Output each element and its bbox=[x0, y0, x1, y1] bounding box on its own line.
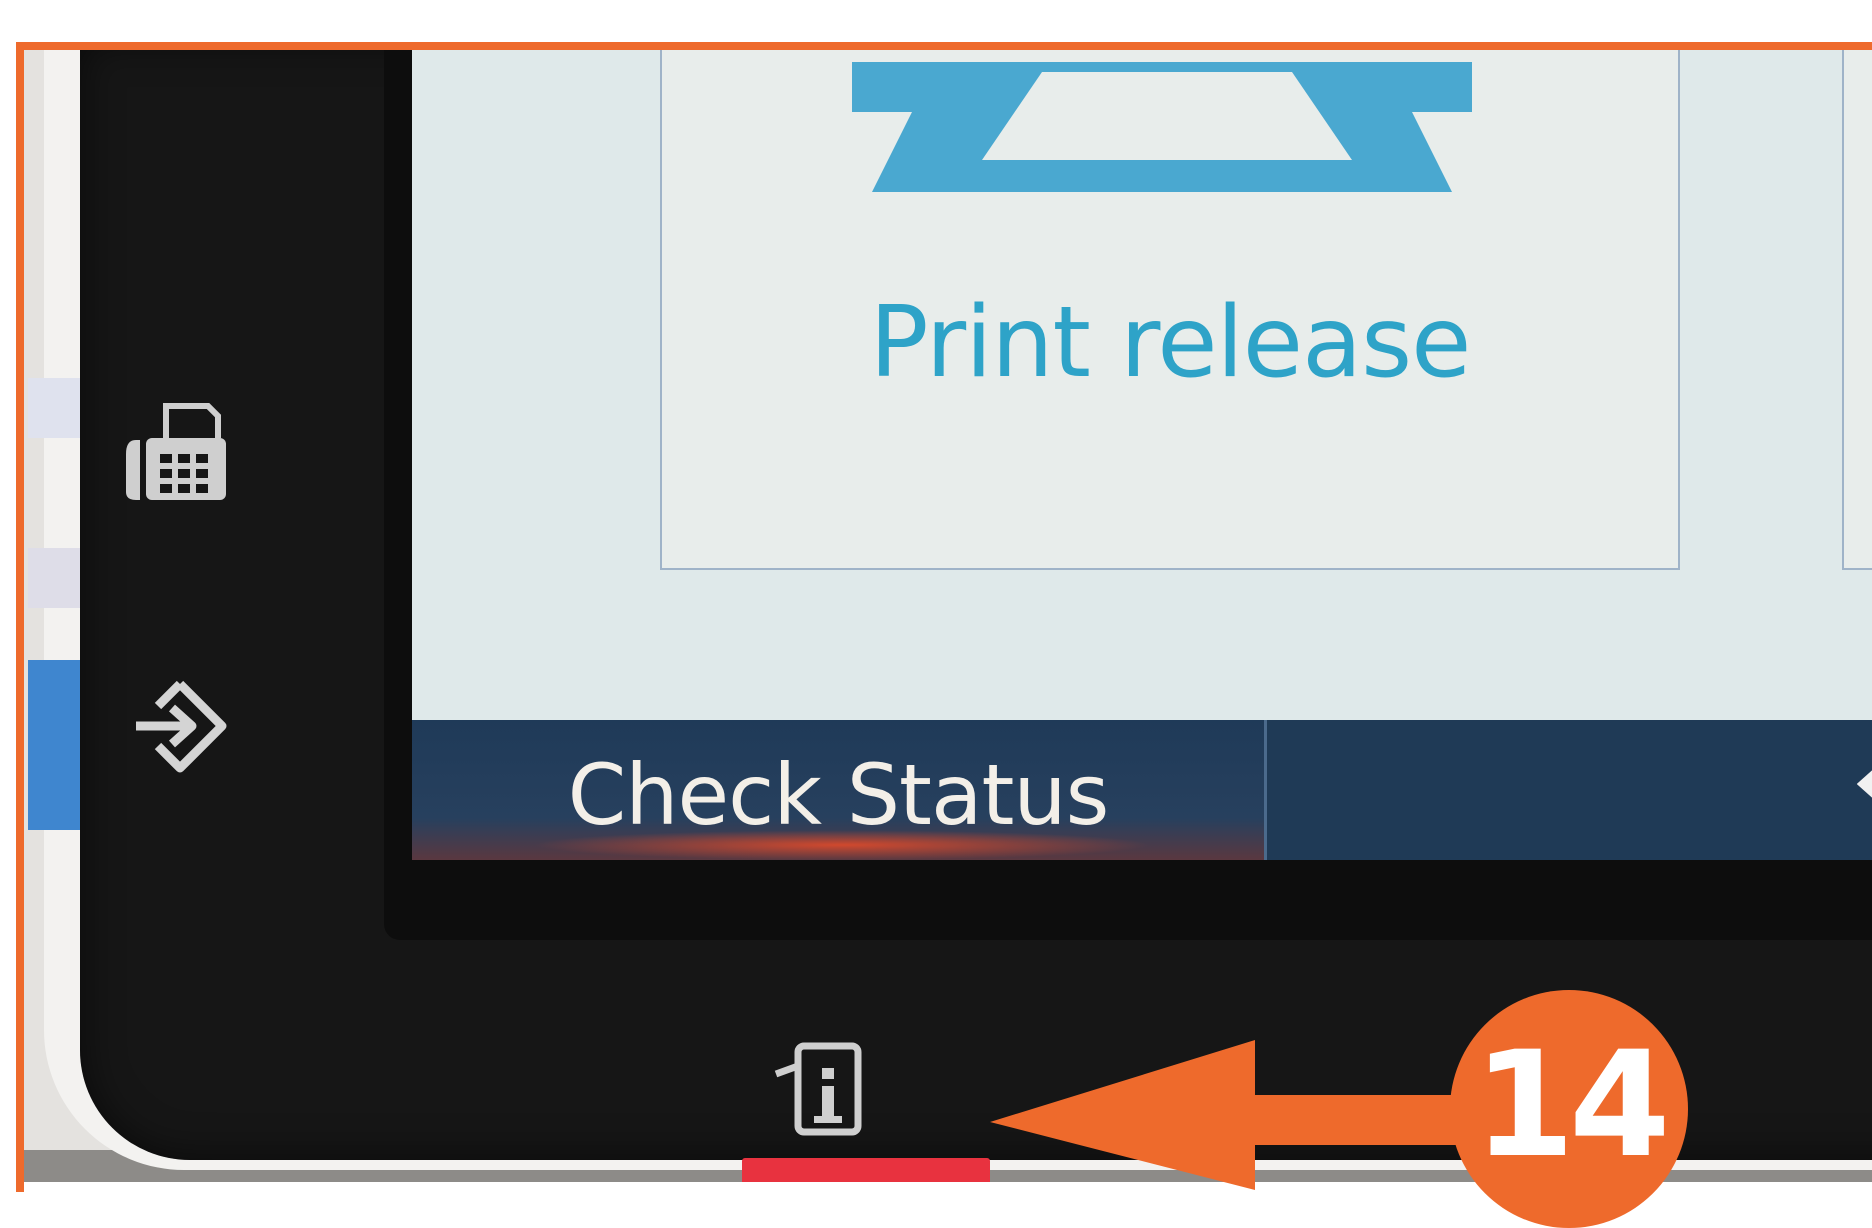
fax-icon[interactable] bbox=[122, 400, 232, 504]
callout-badge: 14 bbox=[1450, 990, 1688, 1228]
touch-screen: Print release Check Status bbox=[412, 50, 1872, 860]
next-tile[interactable] bbox=[1842, 50, 1872, 570]
back-arrow-icon bbox=[1856, 744, 1872, 838]
check-status-button[interactable]: Check Status bbox=[412, 720, 1264, 860]
callout-arrow bbox=[990, 1040, 1490, 1190]
side-stripe-light bbox=[28, 548, 88, 608]
print-release-label: Print release bbox=[869, 286, 1472, 400]
check-status-label: Check Status bbox=[567, 746, 1110, 844]
print-release-tile[interactable]: Print release bbox=[660, 50, 1680, 570]
printer-icon bbox=[852, 50, 1472, 196]
back-button[interactable] bbox=[1267, 720, 1872, 860]
side-stripe-blue bbox=[28, 660, 88, 830]
login-icon[interactable] bbox=[130, 676, 230, 780]
callout-number: 14 bbox=[1473, 1020, 1670, 1190]
check-status-hardware-button[interactable] bbox=[742, 1158, 990, 1182]
status-bar: Check Status bbox=[412, 720, 1872, 860]
info-icon[interactable] bbox=[770, 1040, 870, 1144]
side-stripe-light bbox=[28, 378, 88, 438]
